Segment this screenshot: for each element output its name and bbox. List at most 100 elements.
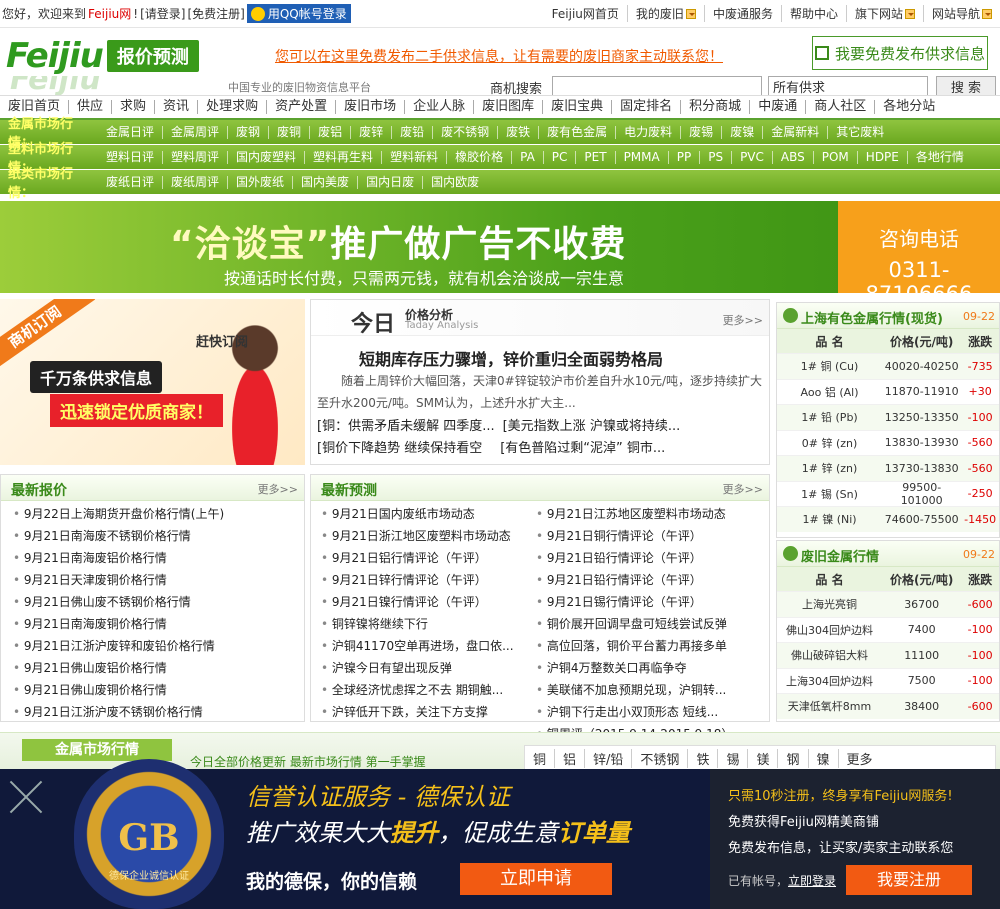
qq-login-button[interactable]: 用QQ帐号登录 — [246, 4, 351, 23]
list-item[interactable]: 9月21日铝行情评论（午评） — [321, 547, 531, 569]
market-link[interactable]: 金属周评 — [163, 125, 229, 139]
register-button[interactable]: 我要注册 — [846, 865, 972, 895]
table-row[interactable]: 1# 铜 (Cu) 40020-40250 -735 — [777, 353, 999, 379]
list-item[interactable]: 铜价展开回调早盘可短线尝试反弹 — [536, 613, 746, 635]
analysis-link[interactable]: [美元指数上涨 沪镍或将持续... — [503, 416, 681, 438]
table-row[interactable]: 佛山304回炉边料 7400 -100 — [777, 616, 999, 643]
analysis-headline[interactable]: 短期库存压力骤增，锌价重归全面弱势格局 — [359, 346, 663, 370]
market-link[interactable]: 金属日评 — [98, 125, 164, 139]
market-link[interactable]: 塑料日评 — [98, 150, 164, 164]
table-row[interactable]: 0# 锌 (zn) 13830-13930 -560 — [777, 429, 999, 456]
list-item[interactable]: 9月21日佛山废铝价格行情 — [13, 657, 304, 679]
list-item[interactable]: 9月21日江苏地区废塑料市场动态 — [536, 503, 746, 525]
top-link-sites[interactable]: 旗下网站 — [845, 5, 923, 22]
metal-tab[interactable]: 镁 — [748, 748, 779, 768]
top-link-help[interactable]: 帮助中心 — [780, 5, 846, 22]
list-item[interactable]: 9月21日江浙沪废锌和废铅价格行情 — [13, 635, 304, 657]
metal-tab[interactable]: 不锈钢 — [632, 748, 689, 768]
market-link[interactable]: 废纸周评 — [163, 175, 229, 189]
search-type-select[interactable]: 所有供求 — [768, 76, 928, 95]
nav-item[interactable]: 求购 — [112, 100, 156, 114]
nav-item[interactable]: 各地分站 — [875, 100, 943, 114]
forecast-more-link[interactable]: 更多>> — [723, 481, 763, 497]
list-item[interactable]: 9月21日南海废铝价格行情 — [13, 547, 304, 569]
market-link[interactable]: 废纸日评 — [98, 175, 164, 189]
top-link-nav[interactable]: 网站导航 — [922, 5, 1000, 22]
metal-tab[interactable]: 镍 — [809, 748, 839, 768]
top-link-my[interactable]: 我的废旧 — [626, 5, 704, 22]
market-link[interactable]: 废钢 — [228, 125, 270, 139]
search-button[interactable]: 搜 索 — [936, 76, 996, 95]
market-link[interactable]: 国内美废 — [293, 175, 359, 189]
market-link[interactable]: 废铁 — [498, 125, 540, 139]
slogan-link[interactable]: 您可以在这里免费发布二手供求信息，让有需要的废旧商家主动联系您！ — [275, 46, 723, 66]
list-item[interactable]: 沪铜4万整数关口再临争夺 — [536, 657, 746, 679]
nav-item[interactable]: 废旧首页 — [0, 100, 70, 114]
table-row[interactable]: 1# 铅 (Pb) 13250-13350 -100 — [777, 404, 999, 430]
top-link-service[interactable]: 中废通服务 — [703, 5, 781, 22]
metal-tab[interactable]: 锡 — [718, 748, 749, 768]
table-row[interactable]: 1# 锌 (zn) 13730-13830 -560 — [777, 455, 999, 481]
market-link[interactable]: 国内废塑料 — [228, 150, 306, 164]
list-item[interactable]: 9月22日上海期货开盘价格行情(上午) — [13, 503, 304, 525]
market-link[interactable]: 各地行情 — [908, 150, 972, 164]
market-link[interactable]: ABS — [773, 150, 814, 164]
market-link[interactable]: PC — [544, 150, 577, 164]
list-item[interactable]: 9月21日南海废不锈钢价格行情 — [13, 525, 304, 547]
market-link[interactable]: 电力废料 — [616, 125, 682, 139]
list-item[interactable]: 9月21日天津废铜价格行情 — [13, 569, 304, 591]
market-link[interactable]: 塑料新料 — [382, 150, 448, 164]
list-item[interactable]: 9月21日铅行情评论（午评） — [536, 569, 746, 591]
market-link[interactable]: PVC — [732, 150, 773, 164]
market-link[interactable]: HDPE — [858, 150, 908, 164]
table-row[interactable]: 1# 镍 (Ni) 74600-75500 -1450 — [777, 506, 999, 532]
list-item[interactable]: 9月21日铅行情评论（午评） — [536, 547, 746, 569]
market-link[interactable]: PP — [669, 150, 701, 164]
market-link[interactable]: PA — [512, 150, 544, 164]
list-item[interactable]: 沪镍今日有望出现反弹 — [321, 657, 531, 679]
market-link[interactable]: 废铅 — [392, 125, 434, 139]
metal-tab[interactable]: 铁 — [688, 748, 719, 768]
table-row[interactable]: 上海光亮铜 36700 -600 — [777, 591, 999, 617]
metal-tab[interactable]: 更多 — [839, 749, 881, 768]
market-link[interactable]: 国内日废 — [358, 175, 424, 189]
list-item[interactable]: 9月21日佛山废铜价格行情 — [13, 679, 304, 701]
publish-button[interactable]: 我要免费发布供求信息 — [812, 36, 988, 70]
logo[interactable]: Feijiu 报价预测 — [6, 36, 199, 76]
metal-tab[interactable]: 钢 — [778, 748, 809, 768]
table-row[interactable]: 1# 锡 (Sn) 99500-101000 -250 — [777, 480, 999, 507]
market-link[interactable]: 废锌 — [351, 125, 393, 139]
nav-item[interactable]: 处理求购 — [198, 100, 268, 114]
nav-item[interactable]: 废旧市场 — [336, 100, 406, 114]
list-item[interactable]: 高位回落，铜价平台蓄力再接多单 — [536, 635, 746, 657]
list-item[interactable]: 铜锌镍将继续下行 — [321, 613, 531, 635]
apply-button[interactable]: 立即申请 — [460, 863, 612, 895]
nav-item[interactable]: 企业人脉 — [405, 100, 475, 114]
ad-banner[interactable]: “洽谈宝”推广做广告不收费 按通话时长付费，只需两元钱，就有机会洽谈成一宗生意 … — [0, 201, 1000, 293]
market-link[interactable]: 废锡 — [681, 125, 723, 139]
list-item[interactable]: 全球经济忧虑挥之不去 期铜触... — [321, 679, 531, 701]
list-item[interactable]: 美联储不加息预期兑现，沪铜转... — [536, 679, 746, 701]
list-item[interactable]: 9月21日铜行情评论（午评） — [536, 525, 746, 547]
market-link[interactable]: PMMA — [616, 150, 669, 164]
metal-tab[interactable]: 锌/铅 — [585, 748, 633, 768]
table-row[interactable]: 上海304回炉边料 7500 -100 — [777, 667, 999, 694]
market-link[interactable]: 国外废纸 — [228, 175, 294, 189]
list-item[interactable]: 9月21日南海废铜价格行情 — [13, 613, 304, 635]
search-input[interactable] — [552, 76, 762, 95]
login-now-link[interactable]: 立即登录 — [788, 874, 836, 888]
list-item[interactable]: 沪铜41170空单再进场，盘口依... — [321, 635, 531, 657]
metal-tab[interactable]: 铝 — [555, 748, 586, 768]
list-item[interactable]: 9月21日国内废纸市场动态 — [321, 503, 531, 525]
analysis-link[interactable]: [铜价下降趋势 继续保持看空 — [317, 438, 482, 460]
list-item[interactable]: 9月21日锌行情评论（午评） — [321, 569, 531, 591]
nav-item[interactable]: 供应 — [69, 100, 113, 114]
nav-item[interactable]: 中废通 — [750, 100, 807, 114]
close-icon[interactable] — [6, 777, 46, 817]
nav-item[interactable]: 资讯 — [155, 100, 199, 114]
market-link[interactable]: 国内欧废 — [423, 175, 487, 189]
analysis-link[interactable]: [有色普陷过剩“泥淖” 铜市... — [500, 438, 665, 460]
table-row[interactable]: 天津低氧杆8mm 38400 -600 — [777, 693, 999, 719]
list-item[interactable]: 9月21日锡行情评论（午评） — [536, 591, 746, 613]
market-link[interactable]: 废铝 — [310, 125, 352, 139]
